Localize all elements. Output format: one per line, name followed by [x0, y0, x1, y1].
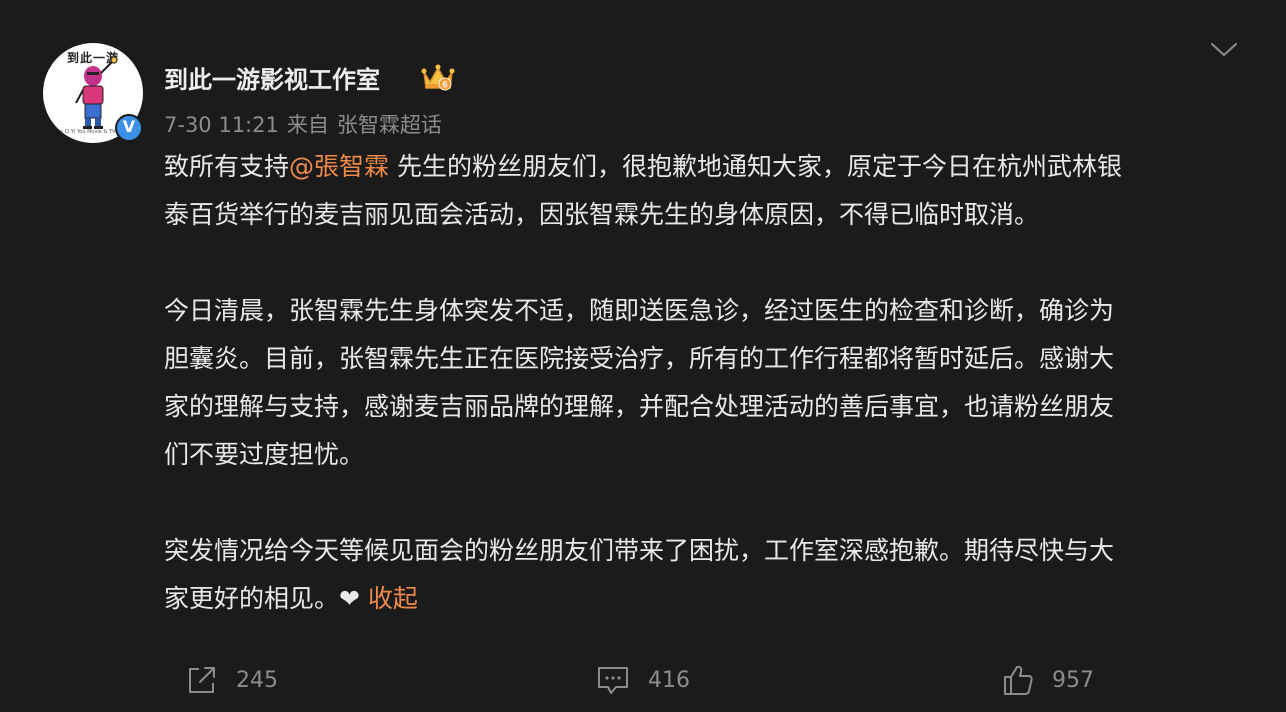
comment-icon	[598, 667, 628, 694]
post-text: 家更好的相见。	[164, 584, 340, 613]
post-line: 胆囊炎。目前，张智霖先生正在医院接受治疗，所有的工作行程都将暂时延后。感谢大	[164, 344, 1115, 373]
chevron-down-icon[interactable]	[1208, 38, 1240, 62]
post-line: 致所有支持@張智霖 先生的粉丝朋友们，很抱歉地通知大家，原定于今日在杭州武林银	[164, 143, 1244, 191]
thumbs-up-icon	[1004, 665, 1033, 695]
post-line: 们不要过度担忧。	[164, 440, 365, 469]
share-count: 245	[236, 667, 278, 693]
post-text: 致所有支持	[164, 152, 290, 181]
post-source-prefix: 来自	[286, 113, 329, 137]
post-text: 先生的粉丝朋友们，很抱歉地通知大家，原定于今日在杭州武林银	[389, 152, 1122, 181]
post-line: 家更好的相见。❤ 收起	[164, 575, 1244, 623]
post-body: 致所有支持@張智霖 先生的粉丝朋友们，很抱歉地通知大家，原定于今日在杭州武林银 …	[164, 143, 1244, 671]
heart-icon: ❤	[339, 584, 360, 613]
crown-badge-icon[interactable]: 6	[421, 62, 455, 92]
post-line: 今日清晨，张智霖先生身体突发不适，随即送医急诊，经过医生的检查和诊断，确诊为	[164, 296, 1115, 325]
verified-badge-icon: V	[115, 114, 143, 142]
collapse-link[interactable]: 收起	[368, 584, 418, 613]
like-button[interactable]: 957	[1002, 660, 1094, 700]
username[interactable]: 到此一游影视工作室	[164, 60, 380, 95]
post-line: 家的理解与支持，感谢麦吉丽品牌的理解，并配合处理活动的善后事宜，也请粉丝朋友	[164, 392, 1115, 421]
share-icon	[189, 667, 215, 693]
comment-button[interactable]: 416	[596, 660, 690, 700]
verified-badge-glyph: V	[122, 117, 136, 136]
post-meta: 7-30 11:21 来自 张智霖超话	[164, 109, 450, 139]
post-line: 泰百货举行的麦吉丽见面会活动，因张智霖先生的身体原因，不得已临时取消。	[164, 200, 1040, 229]
comment-count: 416	[648, 667, 690, 693]
weibo-post-card: 到此一游 Dao Ci Yi You Movie & TV Co.Ltd V 到…	[0, 0, 1286, 712]
mention-link[interactable]: @張智霖	[289, 152, 389, 181]
post-paragraph: 致所有支持@張智霖 先生的粉丝朋友们，很抱歉地通知大家，原定于今日在杭州武林银 …	[164, 143, 1244, 239]
post-source-link[interactable]: 张智霖超话	[337, 113, 442, 137]
like-count: 957	[1052, 667, 1094, 693]
post-line: 突发情况给今天等候见面会的粉丝朋友们带来了困扰，工作室深感抱歉。期待尽快与大	[164, 536, 1115, 565]
post-paragraph: 今日清晨，张智霖先生身体突发不适，随即送医急诊，经过医生的检查和诊断，确诊为 胆…	[164, 287, 1244, 479]
post-timestamp[interactable]: 7-30 11:21	[164, 113, 279, 137]
post-paragraph: 突发情况给今天等候见面会的粉丝朋友们带来了困扰，工作室深感抱歉。期待尽快与大 家…	[164, 527, 1244, 623]
share-button[interactable]: 245	[186, 660, 278, 700]
svg-text:6: 6	[442, 80, 447, 90]
